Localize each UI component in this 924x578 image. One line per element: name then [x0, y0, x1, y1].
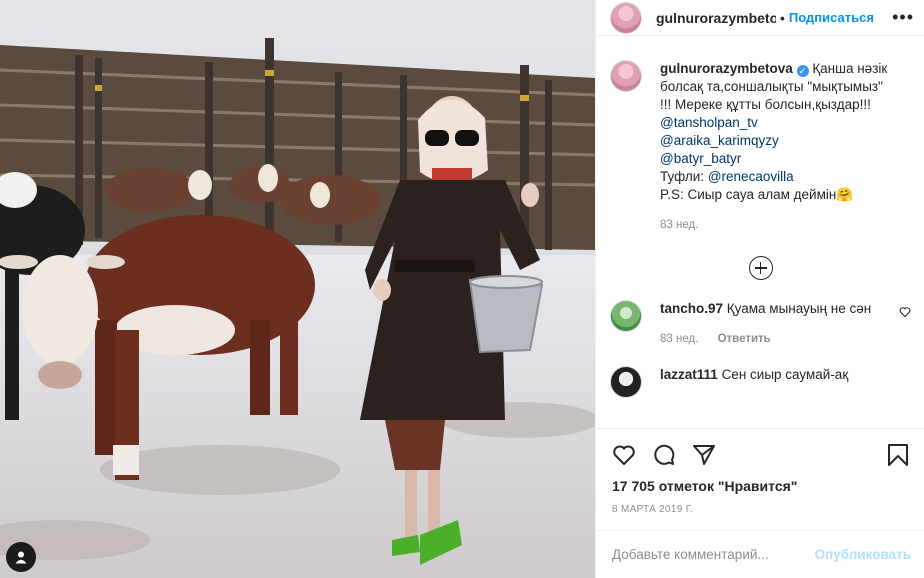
comments-list[interactable]: gulnurorazymbetova ✓ Қанша нәзік болсақ …: [596, 60, 924, 427]
follow-button[interactable]: Подписаться: [789, 10, 874, 25]
user-tag-icon: [15, 551, 27, 564]
reply-button[interactable]: Ответить: [718, 333, 771, 345]
shoes-label: Туфли:: [660, 169, 705, 184]
verified-badge-icon: ✓: [796, 65, 809, 77]
add-comment-bar: Опубликовать: [596, 530, 924, 578]
comment-body: lazzat111 Сен сиыр саумай-ақ: [660, 366, 875, 398]
action-bar: [596, 429, 924, 481]
publish-button[interactable]: Опубликовать: [815, 547, 911, 562]
tagged-users-button[interactable]: [6, 542, 36, 572]
mention-link[interactable]: @batyr_batyr: [660, 150, 895, 168]
caption-time[interactable]: 83 нед.: [660, 219, 698, 231]
post-date[interactable]: 8 МАРТА 2019 Г.: [596, 504, 924, 515]
ps-line: P.S: Сиыр сауа алам деймін🤗: [660, 187, 854, 202]
caption-username[interactable]: gulnurorazymbetova: [660, 61, 793, 76]
comment-item: lazzat111 Сен сиыр саумай-ақ: [596, 366, 924, 398]
caption: gulnurorazymbetova ✓ Қанша нәзік болсақ …: [596, 60, 924, 234]
comment-icon[interactable]: [652, 443, 676, 467]
load-more-comments-button[interactable]: [596, 256, 924, 280]
comment-time[interactable]: 83 нед.: [660, 333, 698, 345]
comment-username[interactable]: tancho.97: [660, 301, 723, 316]
comment-avatar[interactable]: [610, 300, 642, 332]
comment-text: Қуама мынауың не сән: [726, 301, 872, 316]
mention-link[interactable]: @tansholpan_tv: [660, 114, 895, 132]
comment-like-heart-icon[interactable]: [899, 306, 911, 318]
post-photo[interactable]: [0, 0, 595, 578]
post-actions-area: 17 705 отметок "Нравится" 8 МАРТА 2019 Г…: [596, 428, 924, 515]
comment-text: Сен сиыр саумай-ақ: [721, 367, 849, 382]
comment-avatar[interactable]: [610, 366, 642, 398]
mention-link[interactable]: @araika_karimqyzy: [660, 132, 895, 150]
caption-body: gulnurorazymbetova ✓ Қанша нәзік болсақ …: [660, 60, 895, 234]
heart-icon[interactable]: [612, 443, 636, 467]
share-icon[interactable]: [692, 443, 716, 467]
bookmark-icon[interactable]: [887, 443, 909, 467]
photo-image: [0, 0, 595, 578]
comment-item: tancho.97 Қуама мынауың не сән 83 нед. О…: [596, 300, 924, 348]
more-options-icon[interactable]: •••: [892, 7, 914, 28]
caption-meta: 83 нед.: [660, 216, 895, 234]
comment-username[interactable]: lazzat111: [660, 367, 718, 382]
comment-meta: 83 нед. Ответить: [660, 330, 875, 348]
caption-avatar[interactable]: [610, 60, 642, 92]
author-username[interactable]: gulnurorazymbetov: [656, 10, 776, 26]
post-header: gulnurorazymbetov • Подписаться •••: [596, 0, 924, 36]
author-avatar[interactable]: [610, 1, 642, 34]
mention-link[interactable]: @renecaovilla: [708, 169, 794, 184]
likes-count[interactable]: 17 705 отметок "Нравится": [596, 478, 924, 494]
post-sidebar: gulnurorazymbetov • Подписаться ••• guln…: [595, 0, 924, 578]
plus-circle-icon: [748, 256, 773, 280]
header-separator: •: [780, 9, 785, 26]
comment-body: tancho.97 Қуама мынауың не сән 83 нед. О…: [660, 300, 875, 348]
comment-input[interactable]: [612, 547, 815, 562]
